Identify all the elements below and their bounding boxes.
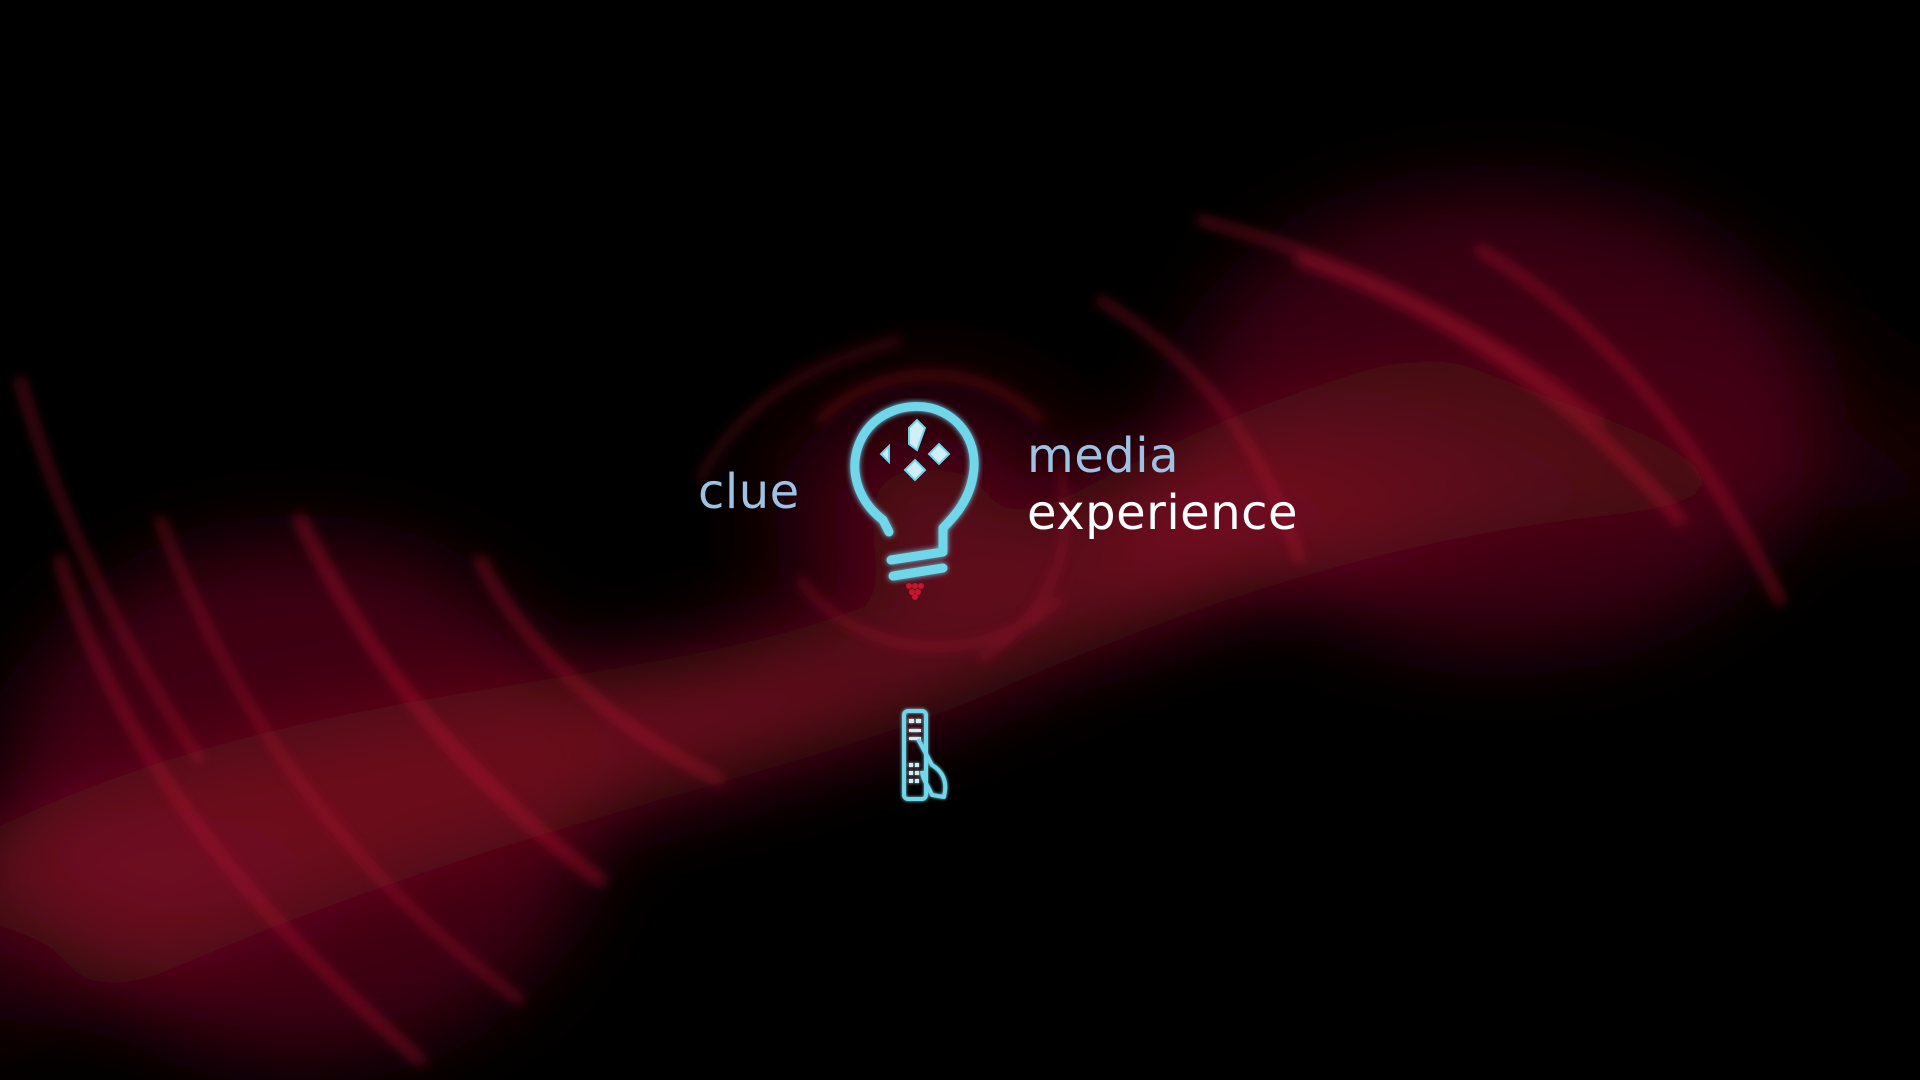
brand-word-experience: experience xyxy=(1027,485,1299,541)
brand-word-media: media xyxy=(1027,428,1180,484)
lightbulb-logo-icon xyxy=(850,402,979,600)
brand-word-clue: clue xyxy=(698,464,800,520)
splash-logo: clue media experience xyxy=(0,0,1920,1080)
raspberry-icon xyxy=(906,583,924,600)
remote-hand-icon xyxy=(902,709,948,801)
